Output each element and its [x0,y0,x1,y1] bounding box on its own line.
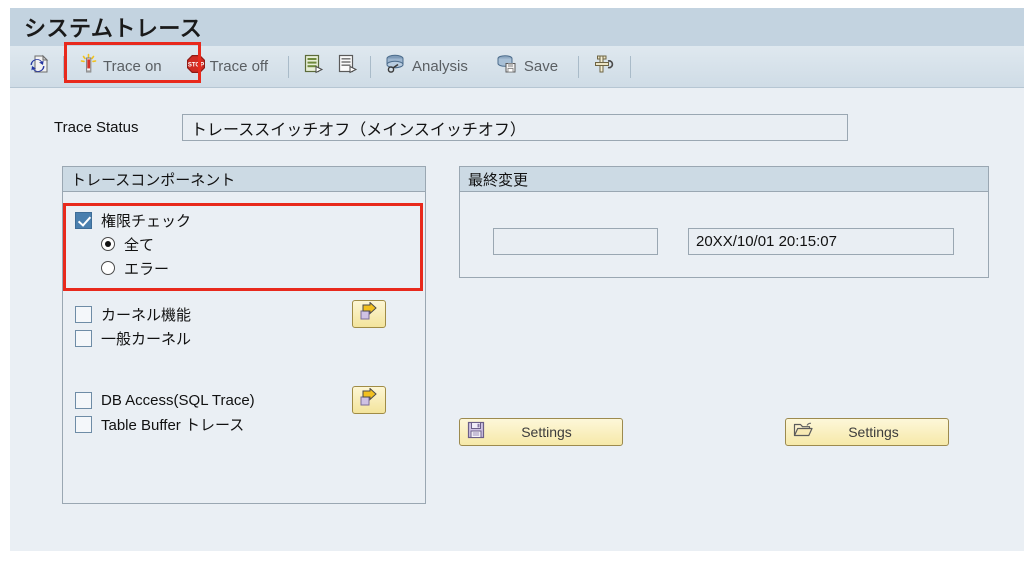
stop-sign-icon: STOP [186,54,206,79]
tools-button[interactable] [586,52,622,82]
authorization-radio-all-label: 全て [124,234,154,255]
kernel-group: カーネル機能 一般カーネル [75,302,191,350]
open-settings-label: Settings [821,424,948,440]
authorization-radio-all-row[interactable]: 全て [101,232,191,256]
last-change-timestamp-field[interactable]: 20XX/10/01 20:15:07 [688,228,954,255]
trace-on-icon [79,53,99,80]
open-folder-icon [793,421,813,444]
save-button[interactable]: Save [490,52,564,82]
trace-off-label: Trace off [210,58,268,75]
db-access-row[interactable]: DB Access(SQL Trace) [75,388,255,412]
window-title-bar: システムトレース [10,8,1024,46]
trace-status-row: Trace Status トレーススイッチオフ（メインスイッチオフ） [54,114,848,141]
general-kernel-label: 一般カーネル [101,328,191,349]
yellow-arrow-right-icon [358,302,380,327]
authorization-check-checkbox[interactable] [75,212,92,229]
analysis-label: Analysis [412,58,468,75]
analysis-button[interactable]: Analysis [378,52,474,82]
toolbar-separator [630,56,631,78]
floppy-save-icon [467,421,485,444]
database-analysis-icon [384,53,408,80]
last-change-user-field[interactable] [493,228,658,255]
general-kernel-row[interactable]: 一般カーネル [75,326,191,350]
authorization-radio-all[interactable] [101,237,115,251]
trace-on-container: Trace on [73,52,168,82]
trace-components-panel-body: 権限チェック 全て エラー カーネル機能 [63,192,425,503]
toolbar-separator [370,56,371,78]
kernel-function-label: カーネル機能 [101,304,191,325]
list-trace-file-icon [302,53,324,80]
toolbar: Trace on STOP Trace off [10,46,1024,88]
page-title: システムトレース [24,11,202,43]
trace-status-label: Trace Status [54,119,182,136]
db-access-checkbox[interactable] [75,392,92,409]
trace-off-button[interactable]: STOP Trace off [180,52,274,82]
trace-on-label: Trace on [103,58,162,75]
table-buffer-row[interactable]: Table Buffer トレース [75,412,255,436]
wrench-tools-icon [592,53,616,80]
authorization-check-label: 権限チェック [101,210,191,231]
kernel-function-checkbox[interactable] [75,306,92,323]
trace-components-panel: トレースコンポーネント 権限チェック 全て エラー [62,166,426,504]
db-group: DB Access(SQL Trace) Table Buffer トレース [75,388,255,436]
save-settings-button[interactable]: Settings [459,418,623,446]
general-kernel-checkbox[interactable] [75,330,92,347]
toolbar-separator [578,56,579,78]
open-settings-button[interactable]: Settings [785,418,949,446]
table-buffer-checkbox[interactable] [75,416,92,433]
db-group-detail-button[interactable] [352,386,386,414]
authorization-radio-error-label: エラー [124,258,169,279]
authorization-radio-error-row[interactable]: エラー [101,256,191,280]
sap-system-trace-window: システムトレース [10,8,1024,551]
save-settings-label: Settings [493,424,622,440]
document-trace-file-button[interactable] [330,52,364,82]
refresh-button[interactable] [22,52,56,82]
save-label: Save [524,58,558,75]
table-buffer-label: Table Buffer トレース [101,414,244,435]
last-change-panel-body: 20XX/10/01 20:15:07 [460,192,988,277]
content-area: Trace Status トレーススイッチオフ（メインスイッチオフ） トレースコ… [10,88,1024,551]
kernel-function-row[interactable]: カーネル機能 [75,302,191,326]
refresh-document-icon [28,53,50,80]
authorization-check-group: 権限チェック 全て エラー [75,208,191,280]
authorization-check-row[interactable]: 権限チェック [75,208,191,232]
trace-components-panel-header: トレースコンポーネント [63,167,425,192]
svg-text:STOP: STOP [188,63,204,69]
kernel-group-detail-button[interactable] [352,300,386,328]
database-save-icon [496,53,520,80]
last-change-panel-header: 最終変更 [460,167,988,192]
toolbar-separator [288,56,289,78]
authorization-radio-error[interactable] [101,261,115,275]
list-trace-file-button[interactable] [296,52,330,82]
trace-on-button[interactable]: Trace on [73,52,168,82]
yellow-arrow-right-icon [358,388,380,413]
last-change-panel: 最終変更 20XX/10/01 20:15:07 [459,166,989,278]
toolbar-separator [63,56,64,78]
document-trace-file-icon [336,53,358,80]
db-access-label: DB Access(SQL Trace) [101,392,255,409]
trace-status-field[interactable]: トレーススイッチオフ（メインスイッチオフ） [182,114,848,141]
